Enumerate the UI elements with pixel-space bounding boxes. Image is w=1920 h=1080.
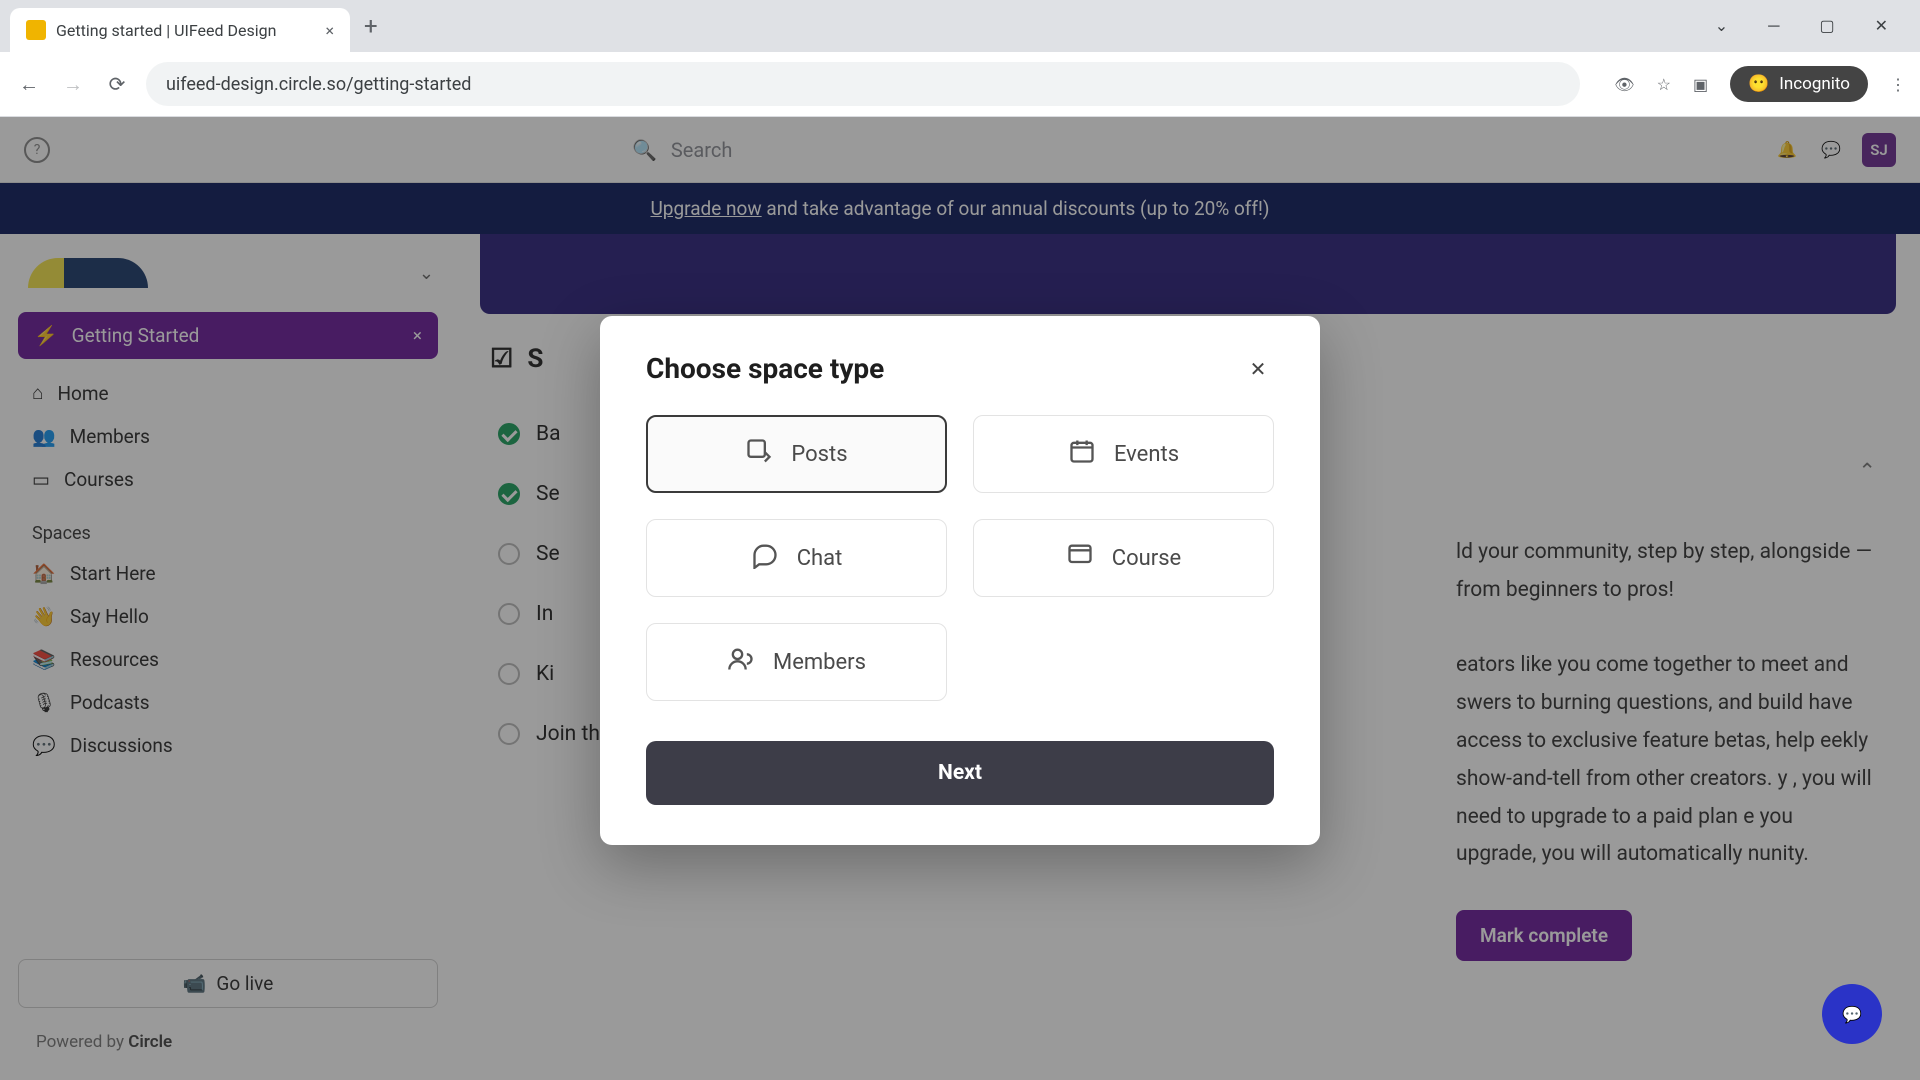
maximize-icon[interactable]: ▢: [1819, 16, 1834, 36]
address-bar: ← → ⟳ uifeed-design.circle.so/getting-st…: [0, 52, 1920, 117]
modal-close-button[interactable]: ✕: [1242, 353, 1274, 385]
favicon-icon: [26, 20, 46, 40]
space-type-posts[interactable]: Posts: [646, 415, 947, 493]
space-type-label: Members: [773, 650, 866, 675]
minimize-icon[interactable]: ─: [1768, 16, 1779, 36]
window-controls: ⌄ ─ ▢ ✕: [1715, 16, 1910, 36]
space-type-chat[interactable]: Chat: [646, 519, 947, 597]
tab-bar: Getting started | UIFeed Design × + ⌄ ─ …: [0, 0, 1920, 52]
url-input[interactable]: uifeed-design.circle.so/getting-started: [146, 62, 1580, 106]
eye-off-icon[interactable]: 👁: [1614, 75, 1634, 94]
space-type-label: Posts: [791, 442, 847, 467]
tab-title: Getting started | UIFeed Design: [56, 21, 315, 40]
members-icon: [727, 645, 755, 679]
incognito-label: Incognito: [1779, 74, 1850, 94]
chevron-down-icon[interactable]: ⌄: [1715, 16, 1728, 36]
incognito-indicator[interactable]: 😶 Incognito: [1730, 66, 1868, 102]
reload-button[interactable]: ⟳: [102, 69, 132, 99]
support-chat-button[interactable]: 💬: [1822, 984, 1882, 1044]
browser-tab[interactable]: Getting started | UIFeed Design ×: [10, 8, 350, 52]
address-bar-right: 👁 ☆ ▣ 😶 Incognito ⋮: [1614, 66, 1906, 102]
events-icon: [1068, 437, 1096, 471]
space-type-label: Chat: [797, 546, 843, 571]
space-type-label: Course: [1112, 546, 1181, 571]
new-tab-button[interactable]: +: [364, 12, 378, 40]
space-type-members[interactable]: Members: [646, 623, 947, 701]
incognito-icon: 😶: [1748, 74, 1769, 94]
space-type-grid: Posts Events Chat Course Members: [646, 415, 1274, 701]
menu-icon[interactable]: ⋮: [1890, 75, 1906, 94]
close-tab-icon[interactable]: ×: [325, 21, 334, 40]
space-type-label: Events: [1114, 442, 1179, 467]
close-window-icon[interactable]: ✕: [1875, 16, 1888, 36]
url-text: uifeed-design.circle.so/getting-started: [166, 74, 471, 95]
choose-space-type-modal: Choose space type ✕ Posts Events Chat Cours…: [600, 316, 1320, 845]
posts-icon: [745, 437, 773, 471]
forward-button[interactable]: →: [58, 69, 88, 99]
modal-title: Choose space type: [646, 352, 884, 385]
star-icon[interactable]: ☆: [1657, 75, 1671, 94]
browser-chrome: Getting started | UIFeed Design × + ⌄ ─ …: [0, 0, 1920, 117]
chat-bubble-icon: 💬: [1842, 1005, 1862, 1024]
space-type-events[interactable]: Events: [973, 415, 1274, 493]
back-button[interactable]: ←: [14, 69, 44, 99]
chat-icon: [751, 541, 779, 575]
next-button[interactable]: Next: [646, 741, 1274, 805]
modal-header: Choose space type ✕: [646, 352, 1274, 385]
panel-icon[interactable]: ▣: [1693, 75, 1708, 94]
space-type-course[interactable]: Course: [973, 519, 1274, 597]
course-icon: [1066, 541, 1094, 575]
